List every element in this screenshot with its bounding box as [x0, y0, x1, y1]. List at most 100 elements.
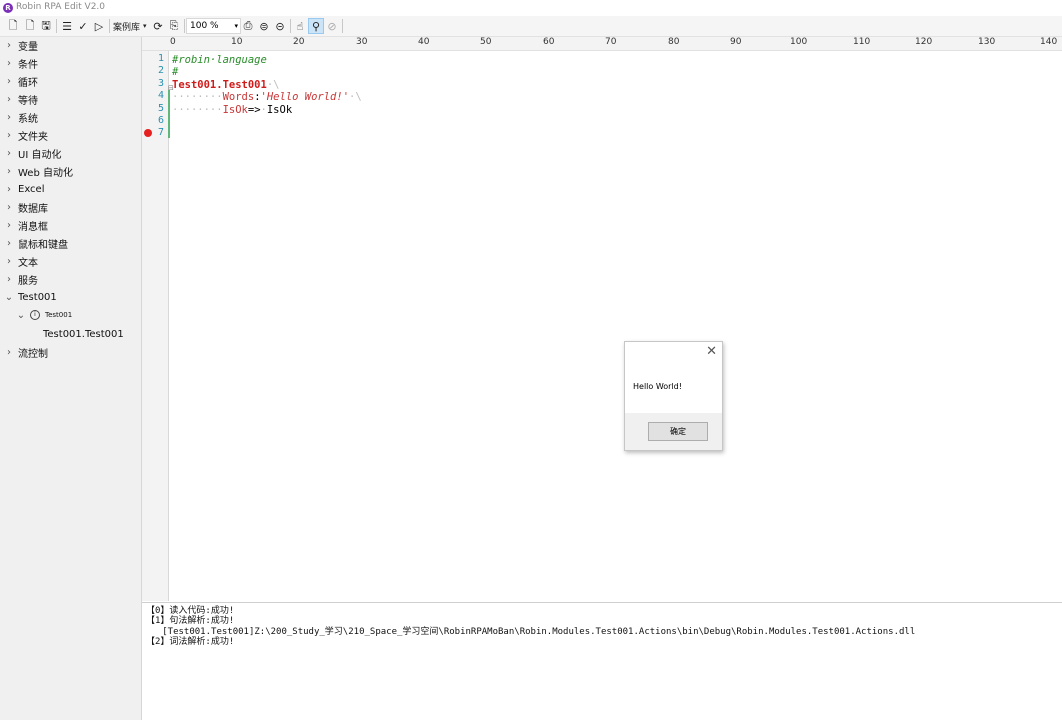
code-whitespace: ········ — [172, 91, 223, 103]
code-output-var: IsOk — [266, 104, 293, 116]
ruler-mark: 50 — [480, 37, 492, 47]
chevron-right-icon: › — [7, 183, 11, 195]
chevron-right-icon: › — [7, 57, 11, 69]
code-action-name: Test001.Test001 — [172, 79, 267, 91]
sidebar-item-text[interactable]: › 文本 — [4, 253, 38, 269]
sidebar-item-excel[interactable]: › Excel — [4, 181, 45, 197]
chevron-right-icon: › — [7, 111, 11, 123]
code-comment: # — [172, 66, 179, 78]
sidebar-item-label: 条件 — [18, 59, 38, 71]
app-logo-icon: R — [3, 3, 13, 13]
toolbar-divider — [184, 19, 185, 33]
chevron-down-icon: ⌄ — [4, 291, 14, 303]
code-editor[interactable]: #robin·language # Test001.Test001·\ ····… — [172, 51, 1052, 601]
ok-button[interactable]: 确定 — [648, 422, 708, 441]
sidebar-item-test001[interactable]: ⌄ Test001 — [4, 289, 57, 305]
output-line: 【2】词法解析:成功! — [146, 637, 235, 647]
chevron-right-icon: › — [7, 75, 11, 87]
case-library-dropdown[interactable]: 案例库 ▾ — [113, 18, 147, 34]
chevron-right-icon: › — [7, 346, 11, 358]
ruler-mark: 70 — [605, 37, 617, 47]
ruler-mark: 40 — [418, 37, 430, 47]
sidebar-item-label: 服务 — [18, 275, 38, 287]
sidebar-item-variables[interactable]: › 变量 — [4, 37, 38, 53]
ruler-mark: 80 — [668, 37, 680, 47]
chevron-right-icon: › — [7, 129, 11, 141]
output-panel[interactable]: 【0】读入代码:成功! 【1】句法解析:成功! [Test001.Test001… — [142, 602, 1062, 721]
zoom-value: 100 % — [190, 21, 219, 31]
sidebar-item-label: Test001 — [18, 291, 57, 303]
line-number: 6 — [157, 115, 164, 126]
code-continuation: ·\ — [349, 91, 362, 103]
sidebar-item-web-automation[interactable]: › Web 自动化 — [4, 163, 73, 179]
ruler-mark: 110 — [853, 37, 871, 47]
line-number-gutter[interactable]: 1 2 3 4 5 6 7 — [142, 51, 169, 601]
sidebar-item-system[interactable]: › 系统 — [4, 109, 38, 125]
refresh-icon[interactable]: ⟳ — [150, 18, 166, 34]
toolbar: 🗋 🗋 🖫 ☰ ✓ ▷ 案例库 ▾ ⟳ ⎘ 100 % ▾ ⎙ ⊜ ⊝ ☝ ⚲ … — [0, 16, 1062, 37]
code-line-5: ········IsOk=>·IsOk — [172, 104, 292, 116]
save-icon[interactable]: 🖫 — [38, 18, 54, 34]
print-icon[interactable]: ⎙ — [240, 18, 256, 34]
chevron-right-icon: › — [7, 201, 11, 213]
run-icon[interactable]: ▷ — [91, 18, 107, 34]
zoom-select[interactable]: 100 % ▾ — [186, 18, 241, 34]
hand-icon[interactable]: ☝ — [292, 18, 308, 34]
dialog-footer: 确定 — [625, 413, 722, 450]
new-file-2-icon[interactable]: 🗋 — [22, 18, 38, 34]
sidebar-item-label: Web 自动化 — [18, 167, 73, 179]
sidebar-item-wait[interactable]: › 等待 — [4, 91, 38, 107]
dialog-message: Hello World! — [633, 382, 682, 391]
toolbar-divider — [342, 19, 343, 33]
line-number: 7 — [157, 127, 164, 138]
sidebar-item-flow-control[interactable]: › 流控制 — [4, 344, 48, 360]
line-number: 1 — [157, 53, 164, 64]
sidebar-item-folder[interactable]: › 文件夹 — [4, 127, 48, 143]
sidebar-item-ui-automation[interactable]: › UI 自动化 — [4, 145, 61, 161]
list-icon[interactable]: ☰ — [59, 18, 75, 34]
check-icon[interactable]: ✓ — [75, 18, 91, 34]
close-icon[interactable]: ✕ — [706, 344, 717, 359]
action-tree-sidebar: › 变量 › 条件 › 循环 › 等待 › 系统 › 文件夹 › UI 自动化 › Web 自动… — [0, 37, 142, 720]
new-file-icon[interactable]: 🗋 — [5, 18, 21, 34]
sidebar-item-test001-module[interactable]: ⌄ i Test001 — [16, 307, 72, 323]
sidebar-item-label: 等待 — [18, 95, 38, 107]
sidebar-item-label: 变量 — [18, 41, 38, 53]
bulb-icon[interactable]: ⚲ — [308, 18, 324, 34]
code-param-name: IsOk — [222, 104, 248, 116]
ruler-mark: 120 — [915, 37, 933, 47]
export-icon[interactable]: ⎘ — [166, 18, 182, 34]
output-line: [Test001.Test001]Z:\200_Study_学习\210_Spa… — [146, 627, 916, 637]
chevron-right-icon: › — [7, 165, 11, 177]
circle-list-icon[interactable]: ⊜ — [256, 18, 272, 34]
sidebar-item-label: 系统 — [18, 113, 38, 125]
chevron-right-icon: › — [7, 255, 11, 267]
sidebar-item-label: 消息框 — [18, 221, 48, 233]
sidebar-item-mouse-keyboard[interactable]: › 鼠标和键盘 — [4, 235, 68, 251]
sidebar-item-label: 循环 — [18, 77, 38, 89]
line-number: 3 — [157, 78, 164, 89]
sidebar-item-label: UI 自动化 — [18, 149, 62, 161]
sidebar-item-database[interactable]: › 数据库 — [4, 199, 48, 215]
disabled-action-icon[interactable]: ⊘ — [324, 18, 340, 34]
line-number: 4 — [157, 90, 164, 101]
sidebar-item-conditions[interactable]: › 条件 — [4, 55, 38, 71]
sidebar-item-label: Test001 — [45, 311, 73, 319]
sidebar-item-message-box[interactable]: › 消息框 — [4, 217, 48, 233]
code-line-2: # — [172, 66, 178, 78]
sidebar-item-test001-action[interactable]: Test001.Test001 — [43, 326, 124, 342]
code-continuation: ·\ — [266, 79, 280, 91]
sidebar-item-label: 文件夹 — [18, 131, 48, 143]
output-line: 【0】读入代码:成功! — [146, 606, 235, 616]
chevron-right-icon: › — [7, 147, 11, 159]
sidebar-item-loops[interactable]: › 循环 — [4, 73, 38, 89]
circle-minus-icon[interactable]: ⊝ — [272, 18, 288, 34]
window-title: Robin RPA Edit V2.0 — [16, 2, 106, 12]
sidebar-item-services[interactable]: › 服务 — [4, 271, 38, 287]
breakpoint-icon[interactable] — [144, 129, 152, 137]
ruler-mark: 130 — [978, 37, 996, 47]
line-number: 5 — [157, 103, 164, 114]
code-line-1: #robin·language — [172, 54, 267, 66]
code-line-4: ········Words:'Hello World!'·\ — [172, 91, 362, 103]
toolbar-divider — [109, 19, 110, 33]
